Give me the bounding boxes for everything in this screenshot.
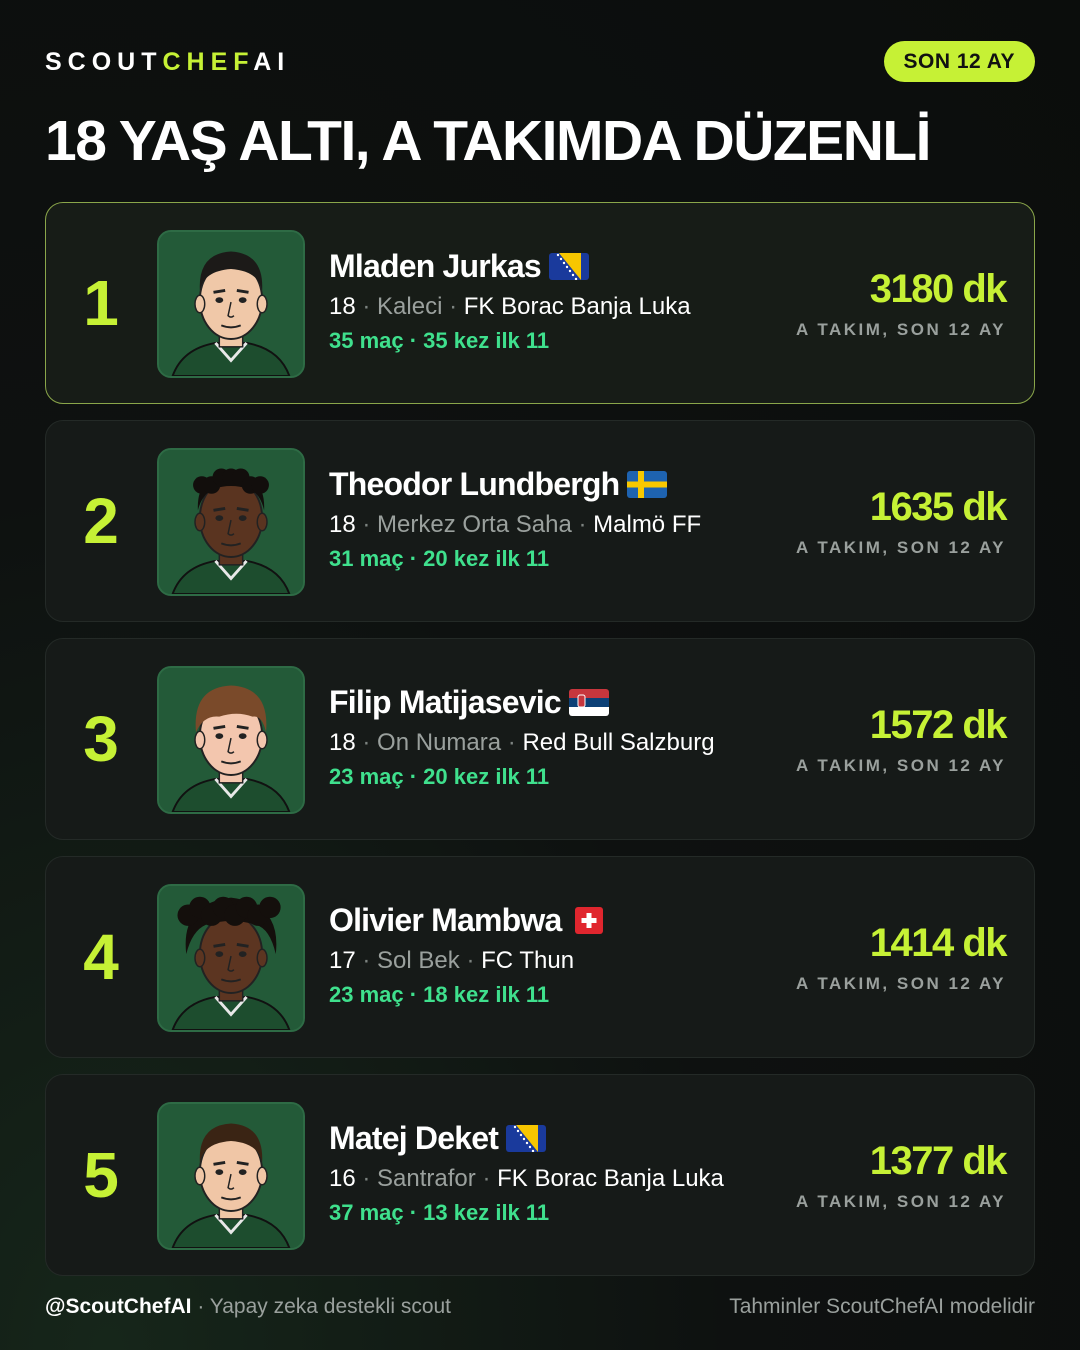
player-club: FK Borac Banja Luka bbox=[497, 1165, 724, 1192]
player-stats: 37 maç · 13 kez ilk 11 bbox=[329, 1200, 550, 1225]
minutes-label: A TAKIM, SON 12 AY bbox=[796, 756, 1006, 775]
separator: · bbox=[466, 947, 482, 974]
player-name: Filip Matijasevic bbox=[329, 684, 562, 720]
rank-number: 3 bbox=[83, 703, 119, 775]
switzerland-flag-icon bbox=[569, 907, 609, 934]
separator: · bbox=[362, 947, 378, 974]
minutes-value: 1414 dk bbox=[869, 921, 1008, 965]
player-card[interactable]: 4 Olivier Mambwa 17 · Sol Bek · FC Thun … bbox=[45, 856, 1035, 1058]
player-name: Mladen Jurkas bbox=[329, 248, 542, 284]
player-position: Sol Bek bbox=[377, 947, 460, 974]
player-name: Olivier Mambwa bbox=[329, 902, 562, 938]
player-age: 18 bbox=[329, 511, 356, 538]
player-name-row: Olivier Mambwa bbox=[329, 902, 609, 939]
player-name-row: Matej Deket bbox=[329, 1120, 724, 1157]
separator: · bbox=[449, 293, 464, 320]
separator: · bbox=[362, 1165, 378, 1192]
player-club: Malmö FF bbox=[593, 511, 702, 538]
player-club: FC Thun bbox=[481, 947, 575, 974]
minutes-label: A TAKIM, SON 12 AY bbox=[796, 320, 1006, 339]
minutes-block: 3180 dk A TAKIM, SON 12 AY bbox=[796, 267, 1008, 340]
separator: · bbox=[362, 293, 378, 320]
player-name-row: Filip Matijasevic bbox=[329, 684, 715, 721]
minutes-value: 1635 dk bbox=[869, 485, 1008, 529]
footer-note: Tahminler ScoutChefAI modelidir bbox=[729, 1295, 1035, 1318]
minutes-block: 1635 dk A TAKIM, SON 12 AY bbox=[796, 485, 1008, 558]
minutes-block: 1414 dk A TAKIM, SON 12 AY bbox=[796, 921, 1008, 994]
player-meta: 17 · Sol Bek · FC Thun bbox=[329, 947, 609, 975]
player-position: Kaleci bbox=[377, 293, 443, 320]
player-card[interactable]: 3 Filip Matijasevic 18 · On Numara · Red… bbox=[45, 638, 1035, 840]
player-avatar bbox=[157, 884, 305, 1032]
player-meta: 18 · Kaleci · FK Borac Banja Luka bbox=[329, 293, 691, 321]
player-club: Red Bull Salzburg bbox=[522, 729, 715, 756]
player-card[interactable]: 2 Theodor Lundbergh 18 · Merkez Orta Sah… bbox=[45, 420, 1035, 622]
minutes-value: 1377 dk bbox=[869, 1139, 1008, 1183]
brand-chef: CHEF bbox=[162, 48, 254, 76]
player-meta: 18 · On Numara · Red Bull Salzburg bbox=[329, 729, 715, 757]
brand-ai: AI bbox=[253, 48, 291, 76]
separator: · bbox=[482, 1165, 498, 1192]
footer-tagline: · Yapay zeka destekli scout bbox=[197, 1295, 452, 1318]
player-card[interactable]: 1 Mladen Jurkas 18 · Kaleci · FK Borac B… bbox=[45, 202, 1035, 404]
player-meta: 16 · Santrafor · FK Borac Banja Luka bbox=[329, 1165, 724, 1193]
bosnia-flag-icon bbox=[548, 253, 589, 280]
player-card[interactable]: 5 Matej Deket 16 · Santrafor · FK Borac … bbox=[45, 1074, 1035, 1276]
minutes-value: 1572 dk bbox=[869, 703, 1008, 747]
serbia-flag-icon bbox=[568, 689, 609, 716]
player-position: Merkez Orta Saha bbox=[377, 511, 572, 538]
footer-handle: @ScoutChefAI bbox=[45, 1295, 192, 1318]
player-name: Theodor Lundbergh bbox=[329, 466, 620, 502]
minutes-label: A TAKIM, SON 12 AY bbox=[796, 974, 1006, 993]
rank-number: 2 bbox=[83, 485, 119, 557]
minutes-block: 1572 dk A TAKIM, SON 12 AY bbox=[796, 703, 1008, 776]
player-meta: 18 · Merkez Orta Saha · Malmö FF bbox=[329, 511, 701, 539]
player-avatar bbox=[157, 448, 305, 596]
sweden-flag-icon bbox=[627, 471, 668, 498]
player-list: 1 Mladen Jurkas 18 · Kaleci · FK Borac B… bbox=[45, 202, 1035, 1292]
player-info: Matej Deket 16 · Santrafor · FK Borac Ba… bbox=[329, 1120, 724, 1226]
player-info: Filip Matijasevic 18 · On Numara · Red B… bbox=[329, 684, 715, 790]
rank-number: 4 bbox=[83, 921, 119, 993]
player-age: 18 bbox=[329, 293, 356, 320]
separator: · bbox=[362, 511, 378, 538]
footer-credit: @ScoutChefAI · Yapay zeka destekli scout bbox=[45, 1295, 451, 1319]
player-info: Mladen Jurkas 18 · Kaleci · FK Borac Ban… bbox=[329, 248, 691, 354]
player-age: 16 bbox=[329, 1165, 356, 1192]
player-avatar bbox=[157, 230, 305, 378]
separator: · bbox=[507, 729, 523, 756]
period-badge: SON 12 AY bbox=[883, 41, 1035, 82]
brand-logo: SCOUTCHEFAI bbox=[45, 48, 290, 77]
player-avatar bbox=[157, 666, 305, 814]
player-position: Santrafor bbox=[377, 1165, 476, 1192]
player-name-row: Theodor Lundbergh bbox=[329, 466, 701, 503]
player-stats: 35 maç · 35 kez ilk 11 bbox=[329, 328, 550, 353]
player-stats: 31 maç · 20 kez ilk 11 bbox=[329, 546, 550, 571]
rank-number: 5 bbox=[83, 1139, 119, 1211]
rank-number: 1 bbox=[83, 267, 119, 339]
page-title: 18 YAŞ ALTI, A TAKIMDA DÜZENLİ bbox=[45, 109, 932, 173]
brand-scout: SCOUT bbox=[45, 48, 163, 76]
minutes-label: A TAKIM, SON 12 AY bbox=[796, 538, 1006, 557]
player-age: 18 bbox=[329, 729, 356, 756]
minutes-block: 1377 dk A TAKIM, SON 12 AY bbox=[796, 1139, 1008, 1212]
player-name-row: Mladen Jurkas bbox=[329, 248, 691, 285]
player-name: Matej Deket bbox=[329, 1120, 499, 1156]
separator: · bbox=[362, 729, 378, 756]
player-info: Olivier Mambwa 17 · Sol Bek · FC Thun 23… bbox=[329, 902, 609, 1008]
separator: · bbox=[578, 511, 594, 538]
player-club: FK Borac Banja Luka bbox=[463, 293, 691, 320]
minutes-value: 3180 dk bbox=[869, 267, 1008, 311]
player-stats: 23 maç · 20 kez ilk 11 bbox=[329, 764, 550, 789]
player-info: Theodor Lundbergh 18 · Merkez Orta Saha … bbox=[329, 466, 701, 572]
bosnia-flag-icon bbox=[506, 1125, 547, 1152]
player-avatar bbox=[157, 1102, 305, 1250]
minutes-label: A TAKIM, SON 12 AY bbox=[796, 1192, 1006, 1211]
player-stats: 23 maç · 18 kez ilk 11 bbox=[329, 982, 550, 1007]
player-age: 17 bbox=[329, 947, 356, 974]
player-position: On Numara bbox=[377, 729, 502, 756]
